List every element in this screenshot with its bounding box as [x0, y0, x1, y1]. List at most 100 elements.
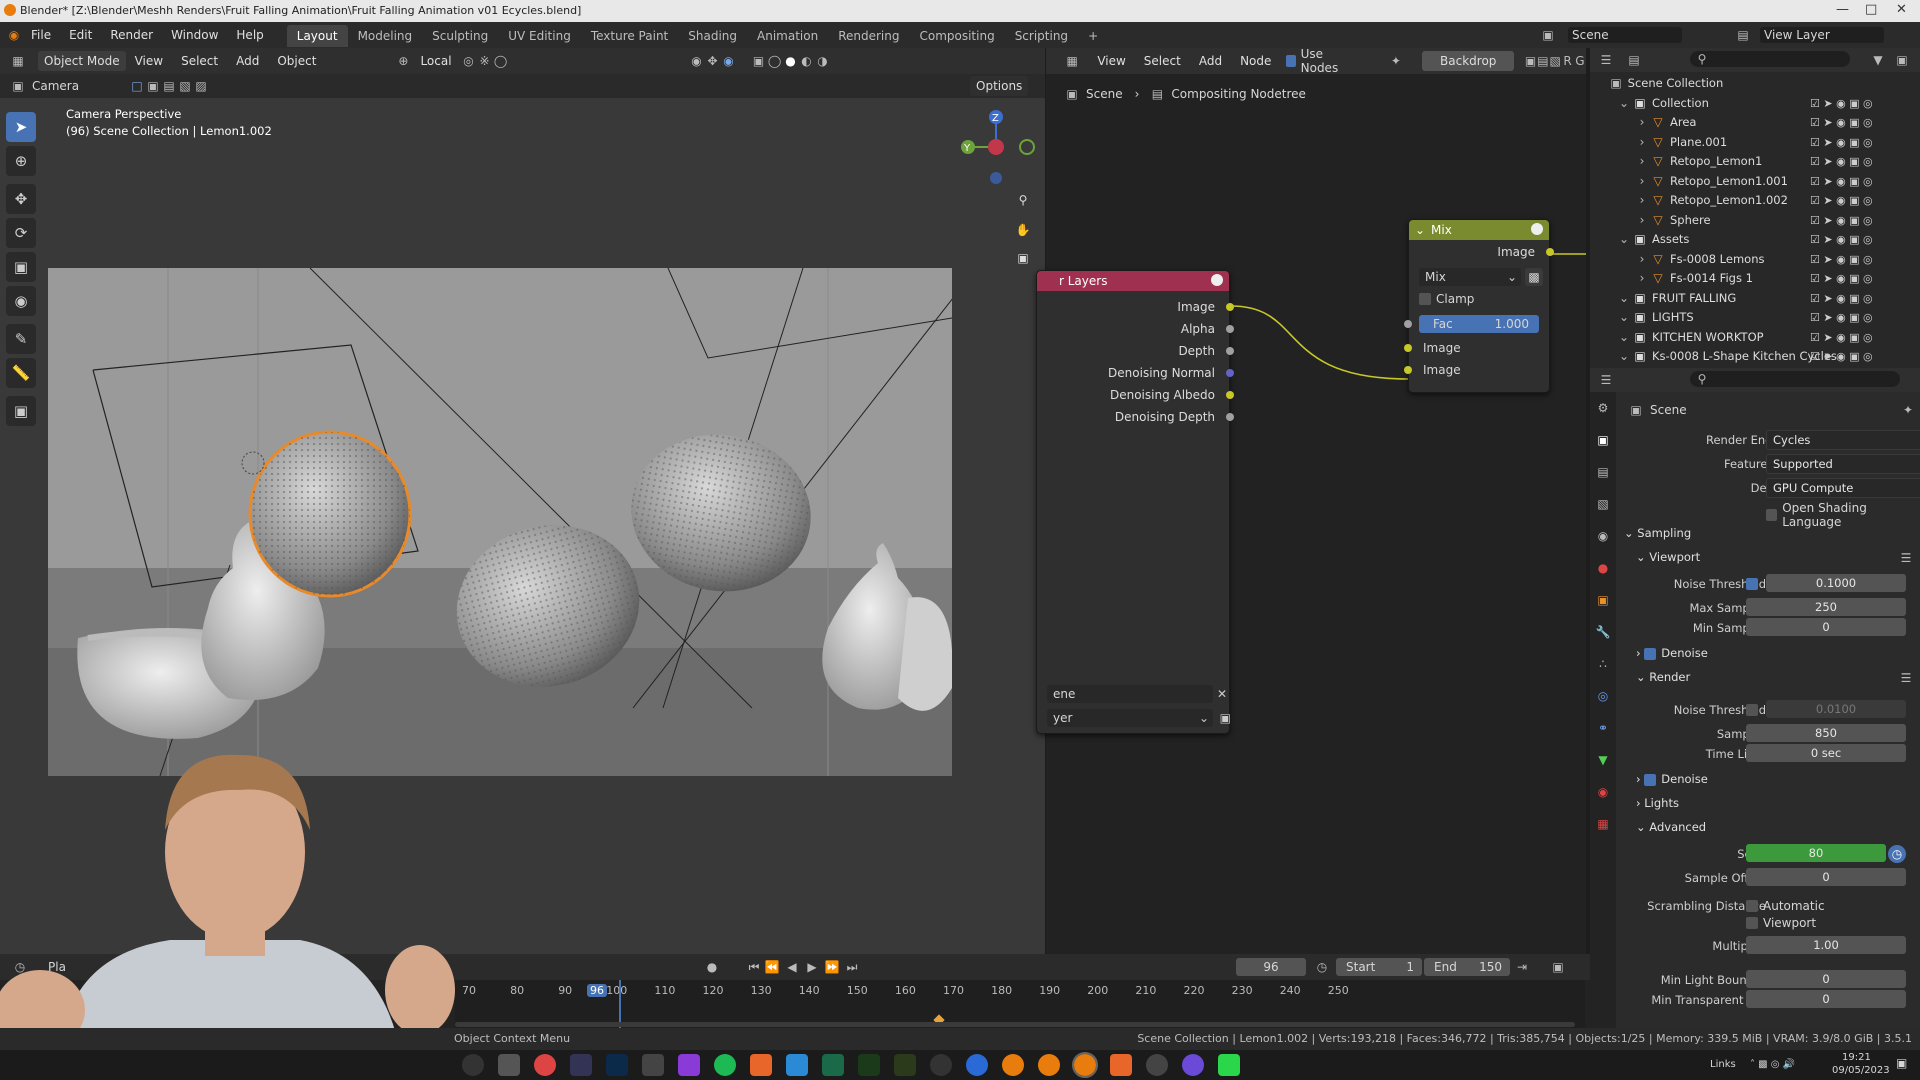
navigation-gizmo[interactable]: Z Y	[950, 105, 1040, 195]
neg-y-axis-icon[interactable]	[1019, 139, 1035, 155]
taskbar-blender-icon-2[interactable]	[1038, 1054, 1060, 1076]
scrambling-viewport-checkbox[interactable]	[1746, 917, 1758, 929]
taskbar-spotify-icon[interactable]	[714, 1054, 736, 1076]
tab-compositing[interactable]: Compositing	[909, 25, 1004, 47]
tool-tab-icon[interactable]: ⚙	[1595, 400, 1611, 416]
viewport-menu-add[interactable]: Add	[227, 48, 268, 74]
sample-offset-field[interactable]: 0	[1746, 868, 1906, 886]
r-noise-field[interactable]: 0.0100	[1766, 700, 1906, 718]
mix-input-image-2-socket[interactable]	[1404, 366, 1412, 374]
blender-menu-icon[interactable]: ◉	[6, 27, 22, 43]
render-layers-layer-field[interactable]: yer ⌄ ▣	[1047, 709, 1231, 727]
move-tool[interactable]: ✥	[6, 184, 36, 214]
neg-z-axis-icon[interactable]	[990, 172, 1002, 184]
vp-denoise-subpanel[interactable]: › Denoise	[1636, 646, 1708, 660]
backdrop-rgb-icon[interactable]: ▤	[1537, 53, 1549, 69]
outliner-item[interactable]: ⌄ ▣ Ks-0008 L-Shape Kitchen Cycles ☑ ➤ ◉ ▣ …	[1590, 347, 1920, 367]
select-box-tool[interactable]: ➤	[6, 112, 36, 142]
mode-selector[interactable]: Object Mode	[38, 51, 126, 71]
select-intersect-icon[interactable]: ▨	[193, 78, 209, 94]
snap-icon[interactable]: ※	[477, 53, 493, 69]
constraints-tab-icon[interactable]: ⚭	[1595, 720, 1611, 736]
outliner-item[interactable]: ⌄ ▣ Collection ☑ ➤ ◉ ▣ ◎	[1590, 94, 1920, 114]
sampling-panel-header[interactable]: ⌄ Sampling	[1624, 526, 1691, 540]
viewport-menu-object[interactable]: Object	[268, 48, 325, 74]
outliner-item[interactable]: ⌄ ▣ KITCHEN WORKTOP ☑ ➤ ◉ ▣ ◎	[1590, 328, 1920, 348]
expand-chevron-icon[interactable]: ›	[1634, 173, 1650, 189]
playhead-line[interactable]	[619, 980, 621, 1028]
expand-chevron-icon[interactable]: ›	[1634, 212, 1650, 228]
record-icon[interactable]: ●	[704, 959, 720, 975]
visibility-toggles-icon[interactable]: ☑ ➤ ◉ ▣ ◎	[1810, 211, 1873, 231]
camera-selector[interactable]: Camera	[32, 79, 79, 93]
node-menu-view[interactable]: View	[1088, 48, 1134, 74]
node-menu-node[interactable]: Node	[1231, 48, 1280, 74]
render-presets-icon[interactable]: ☰	[1898, 670, 1914, 686]
expand-chevron-icon[interactable]: ›	[1634, 153, 1650, 169]
use-alpha-icon[interactable]: ▩	[1525, 268, 1543, 286]
world-tab-icon[interactable]: ●	[1595, 560, 1611, 576]
outliner-item[interactable]: › ▽ Fs-0014 Figs 1 ☑ ➤ ◉ ▣ ◎	[1590, 269, 1920, 289]
taskbar-app-icon[interactable]	[570, 1054, 592, 1076]
node-editor-type-icon[interactable]: ▦	[1066, 53, 1078, 69]
osl-row[interactable]: Open Shading Language	[1766, 501, 1920, 529]
taskbar-vlc-icon[interactable]	[1110, 1054, 1132, 1076]
scale-tool[interactable]: ▣	[6, 252, 36, 282]
new-collection-icon[interactable]: ▣	[1894, 52, 1910, 68]
seed-field[interactable]: 80	[1746, 844, 1886, 862]
jump-end-icon[interactable]: ⏭	[844, 959, 860, 975]
visibility-toggles-icon[interactable]: ☑ ➤ ◉ ▣ ◎	[1810, 347, 1873, 367]
visibility-toggles-icon[interactable]: ☑ ➤ ◉ ▣ ◎	[1810, 113, 1873, 133]
menu-file[interactable]: File	[22, 22, 60, 48]
taskbar-date[interactable]: 09/05/2023	[1832, 1065, 1890, 1076]
view-layer-selector[interactable]: View Layer	[1760, 27, 1884, 43]
min-transp-field[interactable]: 0	[1746, 990, 1906, 1008]
seed-clock-icon[interactable]: ◷	[1888, 845, 1906, 863]
backdrop-channels-icon[interactable]: ▣	[1524, 53, 1536, 69]
render-subpanel-header[interactable]: ⌄ Render	[1636, 670, 1690, 684]
material-tab-icon[interactable]: ◉	[1595, 784, 1611, 800]
backdrop-alpha-icon[interactable]: ▧	[1549, 53, 1561, 69]
object-tab-icon[interactable]: ▣	[1595, 592, 1611, 608]
taskbar-play-icon[interactable]	[1218, 1054, 1240, 1076]
display-mode-icon[interactable]: ▤	[1626, 52, 1642, 68]
overlay-toggle-icon[interactable]: ◉	[721, 53, 737, 69]
outliner-item[interactable]: ⌄ ▣ Assets ☑ ➤ ◉ ▣ ◎	[1590, 230, 1920, 250]
taskbar-calculator-icon[interactable]	[498, 1054, 520, 1076]
backdrop-button[interactable]: Backdrop	[1422, 51, 1515, 71]
taskbar-sync-icon[interactable]	[1146, 1054, 1168, 1076]
layer-dropdown-icon[interactable]: ⌄	[1199, 709, 1209, 727]
properties-editor-icon[interactable]: ☰	[1598, 372, 1614, 388]
minimize-icon[interactable]: —	[1836, 2, 1849, 17]
outliner-item[interactable]: › ▽ Plane.001 ☑ ➤ ◉ ▣ ◎	[1590, 133, 1920, 153]
tab-rendering[interactable]: Rendering	[828, 25, 909, 47]
taskbar-painter-icon[interactable]	[894, 1054, 916, 1076]
vp-min-field[interactable]: 0	[1746, 618, 1906, 636]
taskbar-settings-icon[interactable]	[930, 1054, 952, 1076]
taskbar-messenger-icon[interactable]	[1182, 1054, 1204, 1076]
taskbar-purple-app-icon[interactable]	[678, 1054, 700, 1076]
tab-layout[interactable]: Layout	[286, 25, 348, 47]
tab-texture-paint[interactable]: Texture Paint	[581, 25, 678, 47]
properties-search-input[interactable]: ⚲	[1690, 371, 1900, 387]
backdrop-g-icon[interactable]: G	[1574, 53, 1586, 69]
visibility-toggles-icon[interactable]: ☑ ➤ ◉ ▣ ◎	[1810, 191, 1873, 211]
mix-blend-dropdown[interactable]: Mix ⌄	[1419, 268, 1521, 286]
expand-chevron-icon[interactable]: ⌄	[1616, 309, 1632, 325]
scrambling-automatic-checkbox[interactable]	[1746, 900, 1758, 912]
outliner-item[interactable]: › ▽ Retopo_Lemon1.001 ☑ ➤ ◉ ▣ ◎	[1590, 172, 1920, 192]
menu-help[interactable]: Help	[227, 22, 272, 48]
osl-checkbox[interactable]	[1766, 509, 1778, 521]
scrambling-viewport[interactable]: Viewport	[1746, 916, 1816, 930]
taskbar-photoshop-icon[interactable]	[606, 1054, 628, 1076]
preview-range-icon[interactable]: ◷	[1314, 959, 1330, 975]
visibility-toggles-icon[interactable]: ☑ ➤ ◉ ▣ ◎	[1810, 152, 1873, 172]
output-tab-icon[interactable]: ▤	[1595, 464, 1611, 480]
add-workspace-button[interactable]: +	[1078, 25, 1108, 47]
backdrop-r-icon[interactable]: R	[1561, 53, 1573, 69]
jump-start-icon[interactable]: ⏮	[746, 959, 762, 975]
tab-shading[interactable]: Shading	[678, 25, 747, 47]
cursor-tool[interactable]: ⊕	[6, 146, 36, 176]
mix-node[interactable]: ⌄ Mix Image Mix ⌄ ▩ Clamp Fac 1.000 Imag…	[1404, 219, 1554, 393]
viewport-menu-select[interactable]: Select	[172, 48, 227, 74]
